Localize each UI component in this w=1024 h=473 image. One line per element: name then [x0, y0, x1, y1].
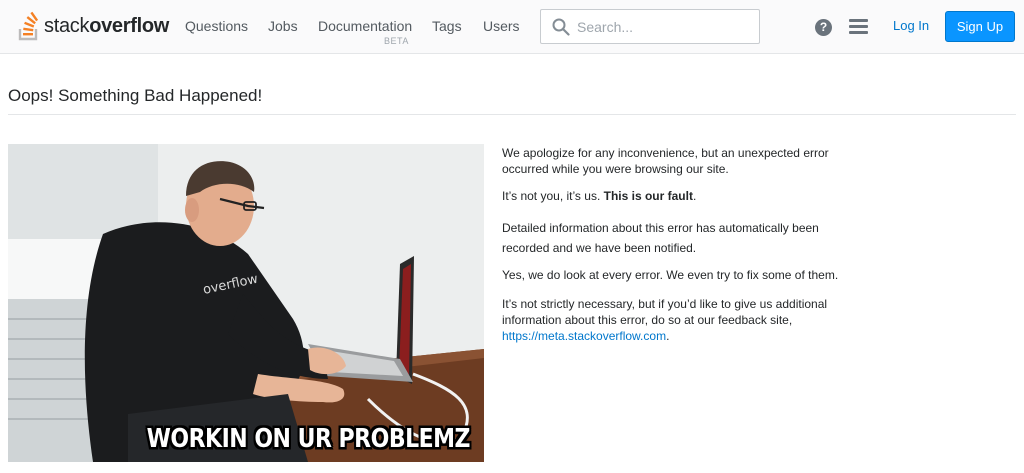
nav-documentation[interactable]: Documentation [318, 18, 412, 34]
fix-errors-paragraph: Yes, we do look at every error. We even … [502, 268, 839, 282]
page-title: Oops! Something Bad Happened! [8, 86, 263, 105]
nav-questions[interactable]: Questions [185, 18, 248, 34]
documentation-beta-badge: BETA [384, 36, 409, 46]
image-caption: WORKIN ON UR PROBLEMZ [146, 424, 471, 455]
meta-feedback-link[interactable]: https://meta.stackoverflow.com [502, 329, 666, 343]
search-input[interactable] [577, 17, 753, 37]
nav-tags[interactable]: Tags [432, 18, 462, 34]
search-box [540, 9, 760, 44]
login-link[interactable]: Log In [893, 18, 929, 33]
recorded-paragraph: Detailed information about this error ha… [502, 221, 819, 255]
title-divider [8, 114, 1016, 115]
search-icon [552, 18, 570, 36]
feedback-paragraph: It’s not strictly necessary, but if you’… [502, 297, 828, 343]
nav-users[interactable]: Users [483, 18, 520, 34]
signup-button[interactable]: Sign Up [945, 11, 1015, 42]
not-you-paragraph: It’s not you, it’s us. This is our fault… [502, 189, 697, 203]
logo-text: stackoverflow [44, 14, 170, 37]
help-icon[interactable]: ? [815, 19, 832, 36]
site-logo[interactable]: stackoverflow [18, 11, 169, 41]
top-bar: stackoverflow Questions Jobs Documentati… [0, 0, 1024, 54]
menu-icon[interactable] [849, 19, 868, 35]
our-fault-text: This is our fault [603, 189, 693, 203]
nav-jobs[interactable]: Jobs [268, 18, 298, 34]
developer-at-laptop-illustration: overflow [8, 144, 484, 462]
error-image: overflow WORKIN ON UR PROBLEMZ [8, 144, 484, 462]
apology-paragraph: We apologize for any inconvenience, but … [502, 146, 829, 176]
stack-logo-icon [18, 11, 39, 41]
